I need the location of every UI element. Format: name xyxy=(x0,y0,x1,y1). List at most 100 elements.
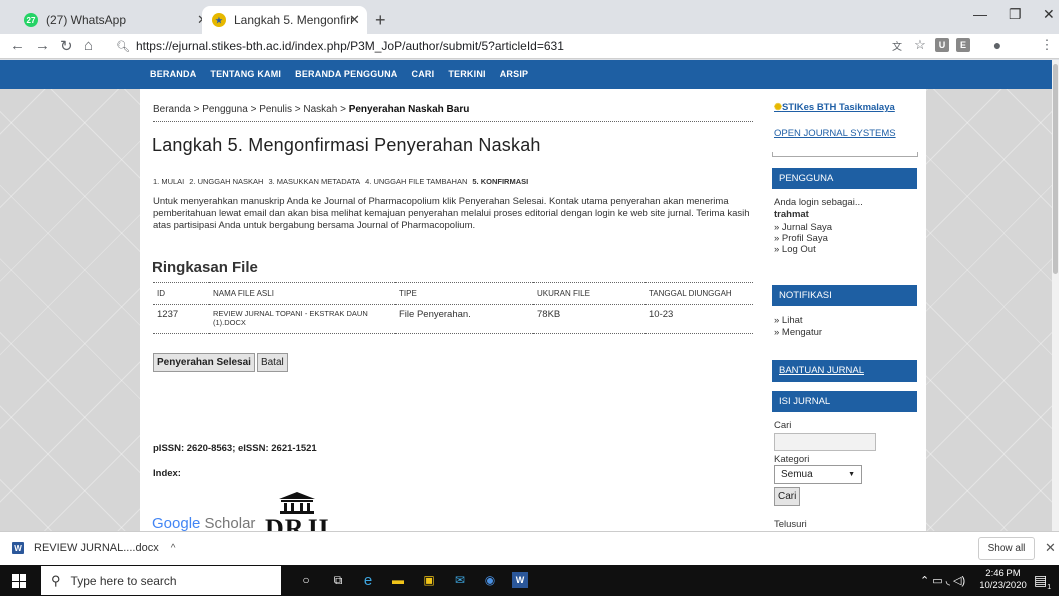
col-id: ID xyxy=(157,289,165,298)
back-icon[interactable]: ← xyxy=(10,37,25,54)
cell-filename[interactable]: REVIEW JURNAL TOPANI - EKSTRAK DAUN (1).… xyxy=(209,305,395,334)
cell-id: 1237 xyxy=(157,309,179,320)
files-heading: Ringkasan File xyxy=(152,259,258,276)
brand-link[interactable]: ✺STIKes BTH Tasikmalaya xyxy=(774,102,895,113)
step-3[interactable]: 3. MASUKKAN METADATA xyxy=(268,177,360,186)
minimize-icon[interactable]: — xyxy=(973,6,987,22)
stikes-favicon-icon: ★ xyxy=(212,13,226,27)
cortana-icon[interactable]: ○ xyxy=(298,572,314,588)
bantuan-jurnal-link[interactable]: BANTUAN JURNAL xyxy=(772,360,917,382)
breadcrumb: Beranda > Pengguna > Penulis > Naskah > … xyxy=(153,104,753,122)
extension-u-icon[interactable]: U xyxy=(935,38,949,52)
link-log-out[interactable]: » Log Out xyxy=(774,244,816,255)
kategori-value: Semua xyxy=(781,469,813,480)
reload-icon[interactable]: ↻ xyxy=(60,37,73,55)
show-all-button[interactable]: Show all xyxy=(978,537,1035,560)
search-placeholder: Type here to search xyxy=(70,573,177,588)
bookmark-star-icon[interactable]: ☆ xyxy=(913,37,927,52)
url-field[interactable]: 🔍︎ https://ejurnal.stikes-bth.ac.id/index… xyxy=(116,39,564,53)
windows-start-icon[interactable] xyxy=(12,574,26,588)
close-downloads-icon[interactable]: ✕ xyxy=(1045,540,1056,556)
step-5: 5. KONFIRMASI xyxy=(472,177,529,186)
google-scholar-logo[interactable]: Google Scholar xyxy=(152,515,255,531)
search-icon: ⚲ xyxy=(51,572,61,588)
bantuan-text: BANTUAN JURNAL xyxy=(779,365,864,376)
translate-icon[interactable]: 文 xyxy=(890,38,904,53)
word-doc-icon: W xyxy=(12,542,24,554)
new-tab-icon[interactable]: + xyxy=(375,10,386,31)
cancel-button[interactable]: Batal xyxy=(256,353,288,372)
system-tray-icons[interactable]: ⌃ ▭ ◟ ◁) xyxy=(920,574,965,587)
chevron-up-icon[interactable]: ^ xyxy=(171,543,176,554)
pengguna-header: PENGGUNA xyxy=(772,168,917,189)
form-actions: Penyerahan Selesai Batal xyxy=(153,353,288,372)
files-table: ID NAMA FILE ASLI TIPE UKURAN FILE TANGG… xyxy=(153,282,753,334)
taskbar-search-box[interactable]: ⚲ Type here to search xyxy=(41,566,281,595)
nav-beranda-pengguna[interactable]: BERANDA PENGGUNA xyxy=(295,69,397,79)
page-title: Langkah 5. Mengonfirmasi Penyerahan Nask… xyxy=(152,135,541,155)
submit-complete-button[interactable]: Penyerahan Selesai xyxy=(153,353,255,372)
submission-steps: 1. MULAI 2. UNGGAH NASKAH 3. MASUKKAN ME… xyxy=(153,177,528,186)
isi-jurnal-header: ISI JURNAL xyxy=(772,391,917,412)
table-row: 1237 REVIEW JURNAL TOPANI - EKSTRAK DAUN… xyxy=(153,305,753,334)
nav-terkini[interactable]: TERKINI xyxy=(448,69,485,79)
edge-icon[interactable]: e xyxy=(360,572,376,589)
word-icon[interactable]: W xyxy=(512,572,528,588)
chevron-down-icon: ▼ xyxy=(848,471,855,478)
menu-icon[interactable]: ⋮ xyxy=(1040,37,1054,52)
kategori-select[interactable]: Semua ▼ xyxy=(774,465,862,484)
windows-taskbar: ⚲ Type here to search ○ ⧉ e ▬ ▣ ✉ ◉ W ⌃ … xyxy=(0,565,1059,596)
link-lihat[interactable]: » Lihat xyxy=(774,315,803,326)
link-mengatur[interactable]: » Mengatur xyxy=(774,327,822,338)
notification-center-icon[interactable]: ▤1 xyxy=(1034,572,1051,591)
page-scrollbar[interactable] xyxy=(1052,60,1059,531)
step-1[interactable]: 1. MULAI xyxy=(153,177,184,186)
search-input[interactable] xyxy=(774,433,876,451)
file-explorer-icon[interactable]: ▬ xyxy=(390,572,406,588)
tab-whatsapp[interactable]: 27 (27) WhatsApp ✕ xyxy=(14,6,214,34)
task-view-icon[interactable]: ⧉ xyxy=(330,572,346,588)
search-icon: 🔍︎ xyxy=(116,41,130,53)
issn-text: pISSN: 2620-8563; eISSN: 2621-1521 xyxy=(153,443,317,454)
extension-e-icon[interactable]: E xyxy=(956,38,970,52)
store-icon[interactable]: ▣ xyxy=(421,572,437,588)
nav-arsip[interactable]: ARSIP xyxy=(500,69,529,79)
intro-text: Untuk menyerahkan manuskrip Anda ke Jour… xyxy=(153,196,750,231)
drji-logo[interactable]: DRJI xyxy=(265,492,340,531)
tab-title: Langkah 5. Mengonfirmasi Penye xyxy=(234,13,354,27)
profile-icon[interactable]: ● xyxy=(990,37,1004,53)
cell-date: 10-23 xyxy=(649,309,674,320)
cari-label: Cari xyxy=(774,420,792,431)
gs-scholar: Scholar xyxy=(200,515,256,531)
cell-type: File Penyerahan. xyxy=(399,309,471,320)
nav-beranda[interactable]: BERANDA xyxy=(150,69,196,79)
close-window-icon[interactable]: ✕ xyxy=(1043,6,1055,23)
tab-title: (27) WhatsApp xyxy=(46,13,127,27)
clock-time: 2:46 PM xyxy=(985,568,1021,579)
restore-icon[interactable]: ❐ xyxy=(1009,6,1022,23)
breadcrumb-path[interactable]: Beranda > Pengguna > Penulis > Naskah > xyxy=(153,104,349,115)
mail-icon[interactable]: ✉ xyxy=(452,572,468,588)
search-button[interactable]: Cari xyxy=(774,487,801,506)
download-item[interactable]: W REVIEW JURNAL....docx ^ xyxy=(12,542,175,554)
nav-tentang-kami[interactable]: TENTANG KAMI xyxy=(210,69,281,79)
ojs-link[interactable]: OPEN JOURNAL SYSTEMS xyxy=(774,128,896,139)
table-header-row: ID NAMA FILE ASLI TIPE UKURAN FILE TANGG… xyxy=(153,282,753,305)
col-filename: NAMA FILE ASLI xyxy=(213,289,274,298)
link-jurnal-saya[interactable]: » Jurnal Saya xyxy=(774,222,832,233)
nav-cari[interactable]: CARI xyxy=(412,69,435,79)
chrome-icon[interactable]: ◉ xyxy=(482,572,498,588)
forward-icon[interactable]: → xyxy=(35,37,50,54)
home-icon[interactable]: ⌂ xyxy=(84,37,93,54)
close-tab-icon[interactable]: ✕ xyxy=(349,12,360,28)
download-filename: REVIEW JURNAL....docx xyxy=(34,542,159,554)
taskbar-clock[interactable]: 2:46 PM 10/23/2020 xyxy=(978,568,1028,592)
notification-count: 1 xyxy=(1047,583,1052,591)
scrollbar-thumb[interactable] xyxy=(1053,64,1058,274)
step-4[interactable]: 4. UNGGAH FILE TAMBAHAN xyxy=(365,177,467,186)
tab-submission[interactable]: ★ Langkah 5. Mengonfirmasi Penye ✕ xyxy=(202,6,367,34)
page-viewport: BERANDA TENTANG KAMI BERANDA PENGGUNA CA… xyxy=(0,60,1052,531)
site-navbar: BERANDA TENTANG KAMI BERANDA PENGGUNA CA… xyxy=(0,60,1052,89)
step-2[interactable]: 2. UNGGAH NASKAH xyxy=(189,177,263,186)
link-profil-saya[interactable]: » Profil Saya xyxy=(774,233,828,244)
